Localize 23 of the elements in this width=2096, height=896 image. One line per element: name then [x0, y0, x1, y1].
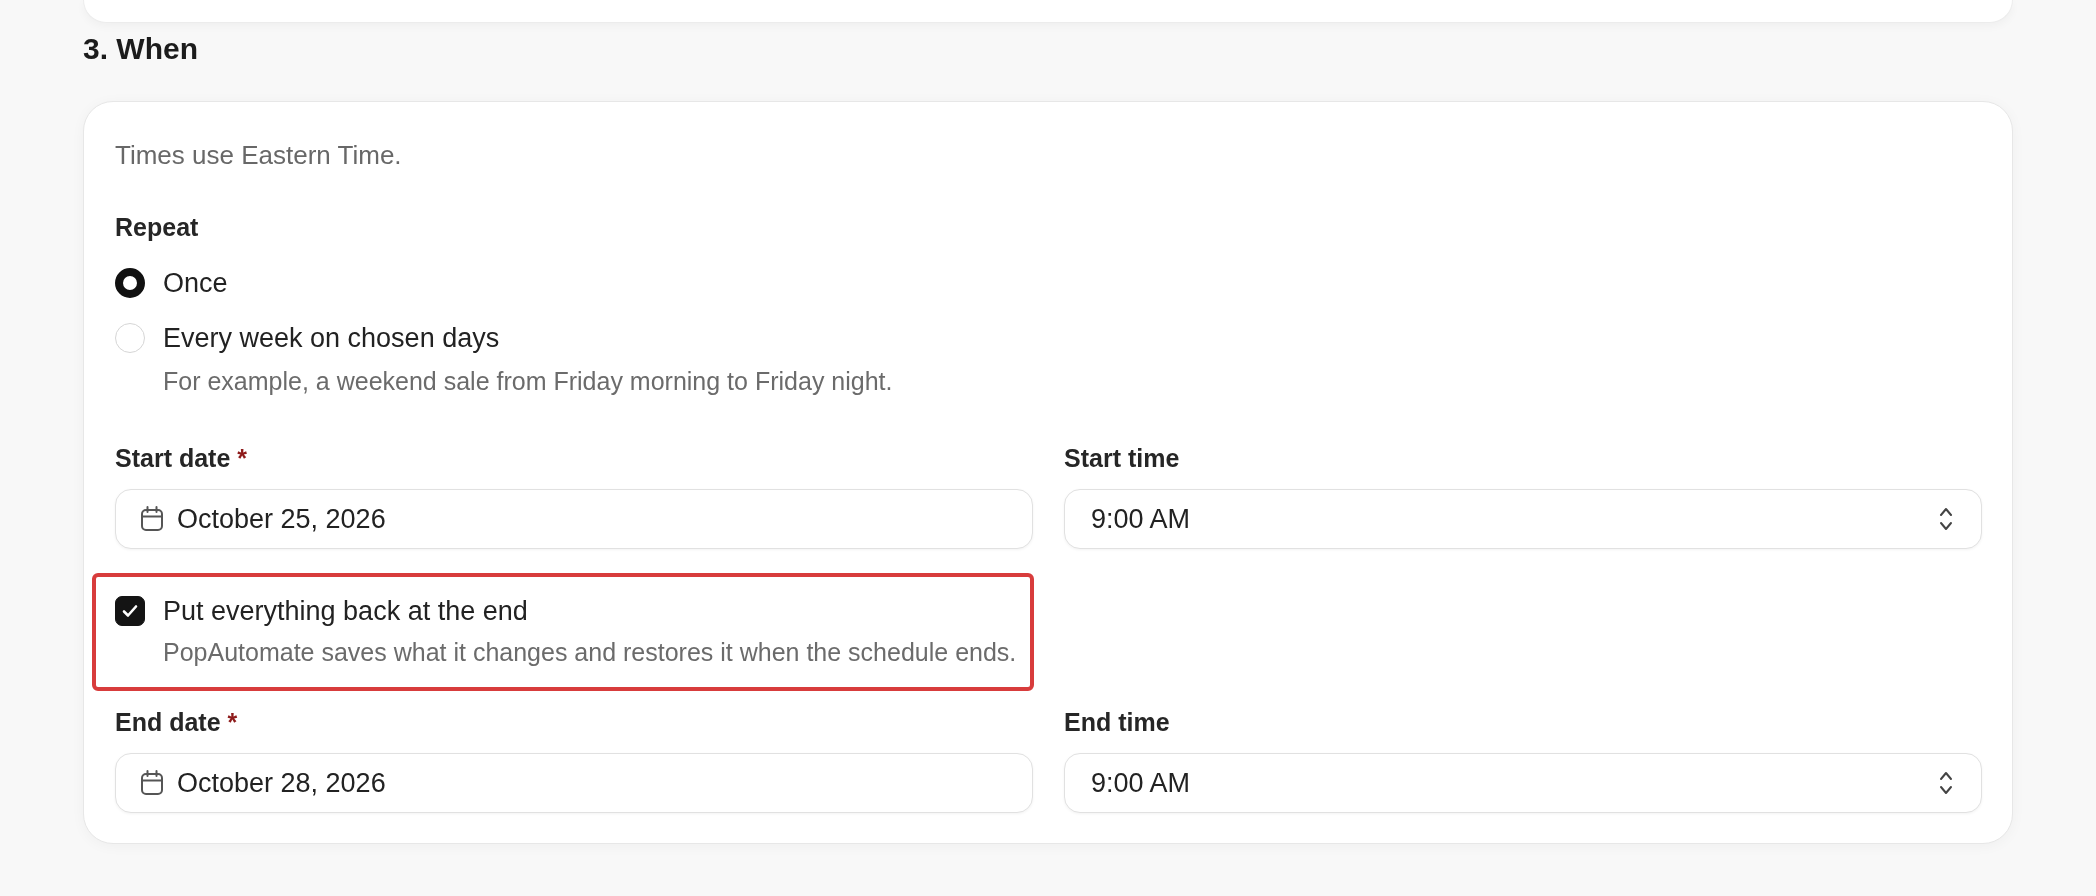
time-select[interactable]: 9:00 AM	[1064, 753, 1982, 813]
field-label: Start time	[1064, 443, 1180, 474]
section-heading: 3. When	[83, 31, 198, 67]
checkbox-label[interactable]: Put everything back at the end	[163, 593, 528, 629]
field-label: End time	[1064, 707, 1170, 738]
calendar-icon	[140, 506, 164, 532]
field-label: End date *	[115, 707, 238, 738]
radio-button[interactable]	[115, 268, 145, 298]
date-field[interactable]: October 28, 2026	[115, 753, 1033, 813]
checkbox[interactable]	[115, 596, 145, 626]
option-hint: For example, a weekend sale from Friday morning to Friday night.	[163, 366, 893, 396]
time-select[interactable]: 9:00 AM	[1064, 489, 1982, 549]
checkbox-description: PopAutomate saves what it changes and restores it when the schedule ends.	[163, 637, 1017, 667]
field-label: Start date *	[115, 443, 247, 474]
option-label[interactable]: Every week on chosen days	[163, 320, 500, 356]
chevron-up-down-icon	[1939, 506, 1953, 532]
date-field[interactable]: October 25, 2026	[115, 489, 1033, 549]
option-label[interactable]: Once	[163, 265, 228, 301]
field-label: Repeat	[115, 212, 199, 243]
timezone-note: Times use Eastern Time.	[115, 139, 402, 172]
chevron-up-down-icon	[1939, 770, 1953, 796]
calendar-icon	[140, 770, 164, 796]
checkmark-icon	[122, 604, 138, 618]
